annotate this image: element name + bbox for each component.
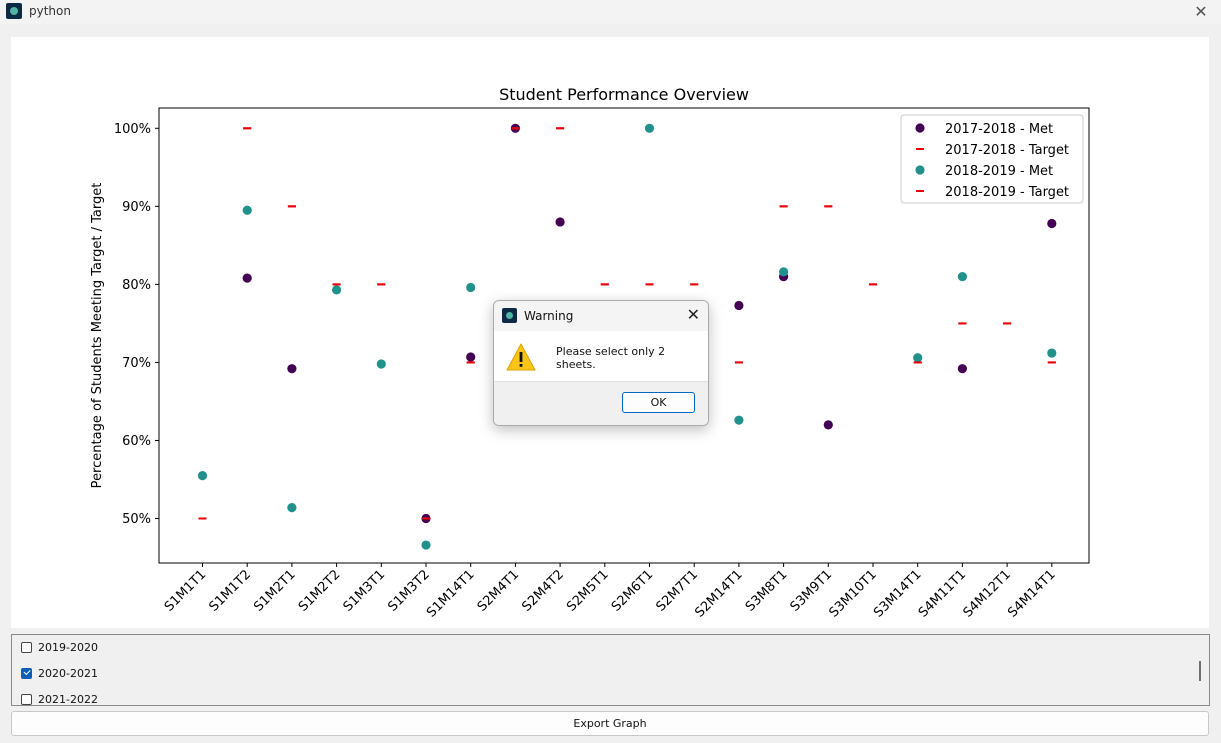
data-point xyxy=(644,123,655,133)
x-tick-label: S1M2T1 xyxy=(251,567,299,615)
checkbox-year-2[interactable] xyxy=(21,693,32,705)
year-label-1: 2020-2021 xyxy=(38,666,98,680)
list-item-year-1[interactable]: 2020-2021 xyxy=(21,664,98,682)
warning-dialog: Warning ✕ Please select only 2 sheets. O… xyxy=(493,300,709,426)
x-tick-label: S2M4T2 xyxy=(519,567,567,615)
data-point xyxy=(1047,218,1057,229)
legend-label: 2018-2019 - Target xyxy=(945,185,1069,200)
x-tick-label: S4M12T1 xyxy=(961,567,1014,620)
data-point xyxy=(287,502,297,513)
data-point xyxy=(734,300,744,311)
data-point xyxy=(1047,348,1057,358)
data-point xyxy=(466,352,476,362)
app-icon xyxy=(502,308,517,323)
y-tick-label: 80% xyxy=(122,278,151,293)
data-point xyxy=(779,267,789,277)
y-axis-label: Percentage of Students Meeting Target / … xyxy=(90,183,105,489)
x-tick-label: S1M3T1 xyxy=(341,567,389,615)
year-label-0: 2019-2020 xyxy=(38,640,98,654)
y-tick-label: 100% xyxy=(114,122,151,137)
dialog-body: Please select only 2 sheets. xyxy=(494,331,708,381)
x-tick-label: S2M6T1 xyxy=(609,567,657,615)
legend-label: 2018-2019 - Met xyxy=(945,164,1053,179)
x-tick-label: S4M11T1 xyxy=(916,567,969,620)
chart-title: Student Performance Overview xyxy=(499,85,749,104)
checkbox-year-0[interactable] xyxy=(21,641,32,653)
window-title: python xyxy=(29,4,71,18)
list-item-year-0[interactable]: 2019-2020 xyxy=(21,638,98,656)
legend-label: 2017-2018 - Target xyxy=(945,143,1069,158)
title-bar: python ✕ xyxy=(0,0,1221,24)
data-point xyxy=(376,359,386,369)
x-tick-label: S4M14T1 xyxy=(1005,567,1058,620)
legend-label: 2017-2018 - Met xyxy=(945,122,1053,137)
list-scrollbar[interactable] xyxy=(1199,661,1201,681)
data-point xyxy=(421,540,431,550)
year-label-2: 2021-2022 xyxy=(38,692,98,706)
x-tick-label: S1M14T1 xyxy=(424,567,477,620)
list-item-year-2[interactable]: 2021-2022 xyxy=(21,690,98,706)
x-tick-label: S1M1T2 xyxy=(206,567,254,615)
dialog-title: Warning xyxy=(524,309,574,323)
app-icon xyxy=(6,3,22,19)
window-close-icon[interactable]: ✕ xyxy=(1191,2,1211,21)
y-tick-label: 50% xyxy=(122,512,151,527)
y-tick-label: 60% xyxy=(122,434,151,449)
data-point xyxy=(957,364,968,374)
y-tick-label: 90% xyxy=(122,200,151,215)
dialog-title-bar: Warning ✕ xyxy=(494,301,708,331)
x-tick-label: S3M14T1 xyxy=(871,567,924,620)
checkbox-year-1[interactable] xyxy=(21,667,32,679)
x-tick-label: S3M10T1 xyxy=(826,567,879,620)
ok-button[interactable]: OK xyxy=(622,392,695,413)
data-point xyxy=(823,420,833,430)
data-point xyxy=(913,353,923,363)
data-point xyxy=(332,285,342,295)
data-point xyxy=(957,271,968,282)
x-tick-label: S2M5T1 xyxy=(564,567,612,615)
data-point xyxy=(242,205,252,215)
export-graph-button[interactable]: Export Graph xyxy=(11,711,1209,736)
dialog-message: Please select only 2 sheets. xyxy=(556,345,666,371)
x-tick-label: S1M2T2 xyxy=(296,567,344,615)
y-tick-label: 70% xyxy=(122,356,151,371)
legend-marker xyxy=(915,123,925,133)
data-point xyxy=(734,415,744,425)
data-point xyxy=(287,364,297,374)
legend-marker xyxy=(915,165,925,175)
x-tick-label: S3M8T1 xyxy=(743,567,791,615)
school-year-list: 2019-2020 2020-2021 2021-2022 xyxy=(11,634,1210,706)
x-tick-label: S1M1T1 xyxy=(162,567,210,615)
data-point xyxy=(197,470,208,481)
dialog-close-icon[interactable]: ✕ xyxy=(687,305,700,324)
x-tick-label: S2M14T1 xyxy=(692,567,745,620)
data-point xyxy=(555,217,565,227)
data-point xyxy=(242,273,252,283)
dialog-footer: OK xyxy=(494,381,708,425)
data-point xyxy=(466,282,476,293)
warning-icon xyxy=(506,343,536,371)
x-tick-label: S2M4T1 xyxy=(475,567,523,615)
